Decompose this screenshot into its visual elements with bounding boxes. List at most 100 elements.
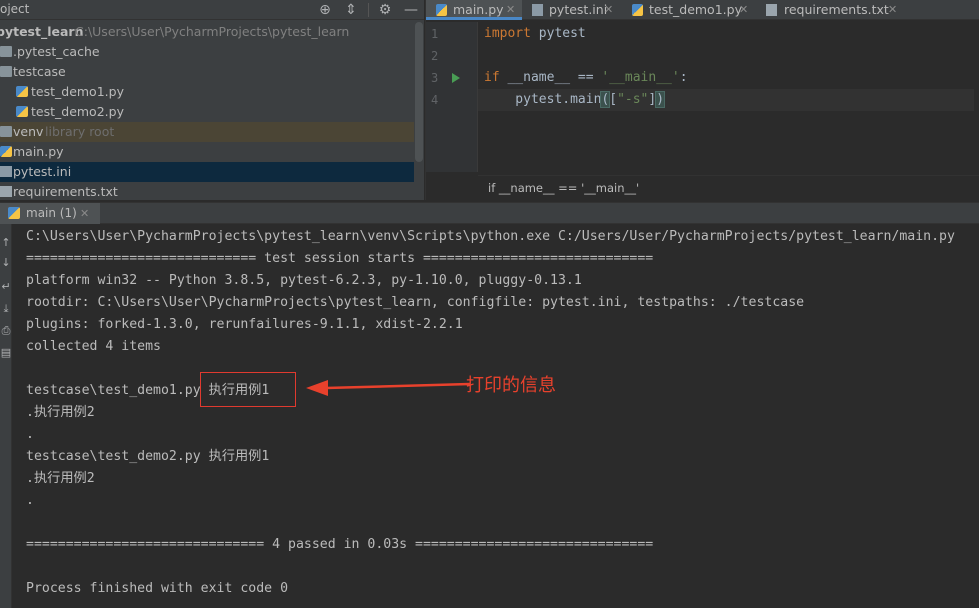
- hide-icon[interactable]: —: [402, 1, 420, 19]
- close-icon[interactable]: ✕: [506, 0, 515, 20]
- tab-test-demo1[interactable]: test_demo1.py ✕: [619, 0, 754, 20]
- run-gutter-icon[interactable]: [452, 73, 460, 83]
- tree-item-testcase[interactable]: testcase: [0, 62, 414, 82]
- code-text: __name__ ==: [499, 70, 602, 85]
- ini-file-icon: [0, 166, 12, 177]
- toolbar-separator: [368, 3, 369, 17]
- console-output[interactable]: C:\Users\User\PycharmProjects\pytest_lea…: [14, 224, 979, 608]
- project-panel-title[interactable]: oject: [0, 2, 29, 16]
- code-line-1: import pytest: [484, 23, 586, 45]
- run-tab-main[interactable]: main (1) ✕: [0, 203, 100, 224]
- text-file-icon: [0, 186, 12, 197]
- console-line: rootdir: C:\Users\User\PycharmProjects\p…: [26, 295, 805, 310]
- print-icon[interactable]: ⎙: [0, 324, 12, 338]
- editor-tabs: main.py ✕ pytest.ini ✕ test_demo1.py ✕ r…: [426, 0, 979, 20]
- code-text: pytest: [530, 26, 586, 41]
- line-number: 2: [431, 49, 439, 63]
- tree-item-label: .pytest_cache: [13, 44, 100, 59]
- console-line: .: [26, 493, 34, 508]
- code-text: pytest.main: [484, 92, 602, 107]
- tree-item-label: main.py: [13, 144, 64, 159]
- project-scrollbar[interactable]: [415, 22, 423, 162]
- close-icon[interactable]: ✕: [80, 203, 89, 224]
- tree-item-test-demo1[interactable]: test_demo1.py: [0, 82, 414, 102]
- tree-item-label: requirements.txt: [13, 184, 118, 199]
- close-icon[interactable]: ✕: [888, 0, 897, 20]
- text-file-icon: [766, 4, 777, 16]
- console-line: plugins: forked-1.3.0, rerunfailures-9.1…: [26, 317, 463, 332]
- console-line: .执行用例2: [26, 471, 95, 486]
- down-arrow-icon[interactable]: ↓: [0, 256, 12, 270]
- trash-icon[interactable]: ▤: [0, 346, 12, 360]
- folder-icon: [0, 126, 12, 137]
- console-line: ============================== 4 passed …: [26, 537, 654, 552]
- annotation-arrow-icon: [306, 380, 471, 396]
- python-file-icon: [16, 86, 28, 97]
- line-number: 4: [431, 93, 439, 107]
- scroll-to-end-icon[interactable]: ⤓: [0, 302, 12, 316]
- annotation-label: 打印的信息: [466, 375, 556, 396]
- tree-item-test-demo2[interactable]: test_demo2.py: [0, 102, 414, 122]
- tree-item-label: test_demo1.py: [31, 84, 124, 99]
- code-line-3: if __name__ == '__main__':: [484, 67, 688, 89]
- python-file-icon: [0, 146, 12, 157]
- gear-icon[interactable]: ⚙: [376, 1, 394, 19]
- code-line-4: pytest.main(["-s"]): [478, 89, 974, 111]
- editor: main.py ✕ pytest.ini ✕ test_demo1.py ✕ r…: [425, 0, 979, 200]
- folder-icon: [0, 46, 12, 57]
- project-panel: oject ⊕ ⇕ ⚙ — pytest_learn C:\Users\User…: [0, 0, 424, 200]
- tree-item-path: C:\Users\User\PycharmProjects\pytest_lea…: [75, 24, 350, 39]
- console-line: ============================= test sessi…: [26, 251, 654, 266]
- tree-item-pytest-ini[interactable]: pytest.ini: [0, 162, 414, 182]
- string-literal: "-s": [617, 92, 649, 107]
- run-tab-label: main (1): [26, 206, 77, 220]
- python-file-icon: [16, 106, 28, 117]
- console-line: collected 4 items: [26, 339, 161, 354]
- highlight-box: [200, 372, 296, 407]
- console-line: C:\Users\User\PycharmProjects\pytest_lea…: [26, 229, 955, 244]
- console-line: testcase\test_demo2.py 执行用例1: [26, 449, 270, 464]
- library-root-hint: library root: [45, 124, 115, 139]
- console-line: Process finished with exit code 0: [26, 581, 289, 596]
- line-number-gutter: 1 2 3 4: [426, 22, 478, 172]
- run-side-toolbar: ↑ ↓ ↵ ⤓ ⎙ ▤: [0, 224, 12, 608]
- console-line: .执行用例2: [26, 405, 95, 420]
- folder-icon: [0, 66, 12, 77]
- code-text: [: [609, 92, 618, 107]
- code-text: :: [679, 70, 688, 85]
- string-literal: '__main__': [601, 70, 680, 85]
- locate-icon[interactable]: ⊕: [316, 1, 334, 19]
- tree-item-label: venv: [13, 124, 44, 139]
- close-icon[interactable]: ✕: [604, 0, 613, 20]
- python-file-icon: [632, 4, 643, 16]
- tab-label: pytest.ini: [549, 2, 608, 17]
- tree-item-label: pytest.ini: [13, 164, 72, 179]
- soft-wrap-icon[interactable]: ↵: [0, 280, 12, 294]
- project-toolbar: oject ⊕ ⇕ ⚙ —: [0, 0, 424, 20]
- close-icon[interactable]: ✕: [739, 0, 748, 20]
- tab-label: main.py: [453, 2, 504, 17]
- breadcrumb[interactable]: if __name__ == '__main__': [478, 175, 979, 200]
- collapse-all-icon[interactable]: ⇕: [342, 1, 360, 19]
- python-file-icon: [8, 207, 20, 219]
- ini-file-icon: [532, 4, 543, 16]
- tree-item-requirements[interactable]: requirements.txt: [0, 182, 414, 200]
- console-line: .: [26, 427, 34, 442]
- tab-requirements[interactable]: requirements.txt ✕: [754, 0, 909, 20]
- tab-label: requirements.txt: [784, 2, 889, 17]
- tree-item-label: test_demo2.py: [31, 104, 124, 119]
- keyword: import: [484, 26, 531, 41]
- tab-label: test_demo1.py: [649, 2, 742, 17]
- run-panel-header: main (1) ✕: [0, 202, 979, 224]
- tree-item-venv[interactable]: venv library root: [0, 122, 414, 142]
- up-arrow-icon[interactable]: ↑: [0, 236, 12, 250]
- tab-pytest-ini[interactable]: pytest.ini ✕: [522, 0, 619, 20]
- tab-main-py[interactable]: main.py ✕: [426, 0, 522, 20]
- matched-bracket: ): [655, 91, 666, 108]
- line-number: 3: [431, 71, 439, 85]
- line-number: 1: [431, 27, 439, 41]
- tree-item-pytest-learn[interactable]: pytest_learn C:\Users\User\PycharmProjec…: [0, 22, 414, 42]
- tree-item-pytest-cache[interactable]: .pytest_cache: [0, 42, 414, 62]
- console-line: platform win32 -- Python 3.8.5, pytest-6…: [26, 273, 582, 288]
- tree-item-main-py[interactable]: main.py: [0, 142, 414, 162]
